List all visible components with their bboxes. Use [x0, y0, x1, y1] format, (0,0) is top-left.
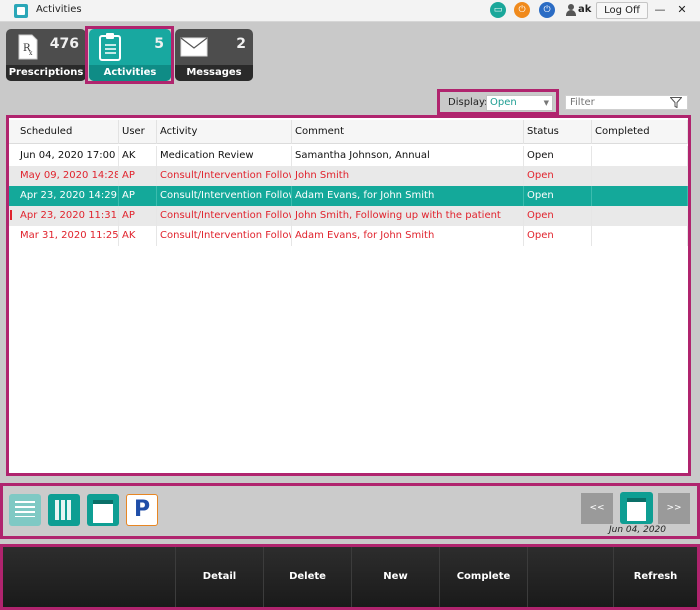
cell-comment: Adam Evans, for John Smith: [292, 226, 524, 246]
complete-button[interactable]: Complete: [439, 547, 527, 607]
calendar-icon[interactable]: [87, 494, 119, 526]
cell-status: Open: [524, 166, 592, 186]
action-blank-right: [527, 547, 613, 607]
cell-scheduled: Jun 04, 2020 17:00: [17, 146, 119, 166]
envelope-icon: [180, 37, 208, 57]
cell-user: AK: [119, 146, 157, 166]
cell-user: AK: [119, 226, 157, 246]
user-icon: [566, 4, 576, 16]
power-orange-icon[interactable]: ⏻: [514, 2, 530, 18]
cell-status: Open: [524, 146, 592, 166]
window-title: Activities: [36, 4, 82, 15]
action-bar: Detail Delete New Complete Refresh: [0, 544, 700, 610]
current-date-label: Jun 04, 2020: [609, 525, 667, 535]
calculator-icon[interactable]: [48, 494, 80, 526]
tile-prescriptions[interactable]: R x 476 Prescriptions: [6, 29, 86, 81]
tile-messages[interactable]: 2 Messages: [175, 29, 253, 81]
cell-status: Open: [524, 226, 592, 246]
cell-user: AP: [119, 206, 157, 226]
cell-user: AP: [119, 166, 157, 186]
app-logo-icon: [14, 4, 28, 18]
cell-status: Open: [524, 186, 592, 206]
cell-user: AP: [119, 186, 157, 206]
previous-date-button[interactable]: <<: [581, 493, 613, 524]
cell-scheduled: Apr 23, 2020 11:31: [17, 206, 119, 226]
prescriptions-count: 476: [49, 36, 79, 52]
cell-comment: Samantha Johnson, Annual: [292, 146, 524, 166]
close-button[interactable]: ✕: [672, 2, 692, 19]
date-picker-icon[interactable]: [620, 492, 653, 524]
messages-count: 2: [236, 36, 246, 52]
cell-completed: [592, 186, 688, 206]
table-row[interactable]: Apr 23, 2020 11:31 AP Consult/Interventi…: [9, 206, 688, 226]
cell-activity: Consult/Intervention Followup: [157, 186, 292, 206]
cell-completed: [592, 226, 688, 246]
cell-activity: Consult/Intervention Followup: [157, 226, 292, 246]
logoff-button[interactable]: Log Off: [596, 2, 648, 19]
cell-scheduled: May 09, 2020 14:28: [17, 166, 119, 186]
cell-completed: [592, 166, 688, 186]
header-completed[interactable]: Completed: [592, 120, 688, 144]
cell-activity: Consult/Intervention Followup: [157, 166, 292, 186]
messages-label: Messages: [175, 65, 253, 81]
new-button[interactable]: New: [351, 547, 439, 607]
cell-comment: John Smith, Following up with the patien…: [292, 206, 524, 226]
display-value: Open: [490, 97, 517, 108]
header-status[interactable]: Status: [524, 120, 592, 144]
user-name: ak: [578, 4, 592, 15]
display-label: Display:: [448, 97, 488, 108]
monitor-icon[interactable]: ▭: [490, 2, 506, 18]
display-select[interactable]: Open ▼: [486, 95, 553, 111]
cell-scheduled: Mar 31, 2020 11:25: [17, 226, 119, 246]
toolbar: P << >> Jun 04, 2020: [0, 483, 700, 539]
title-bar: Activities ▭ ⏻ ⏻ ak Log Off — ✕: [0, 0, 700, 22]
grid-header: Scheduled User Activity Comment Status C…: [9, 120, 688, 144]
header-comment[interactable]: Comment: [292, 120, 524, 144]
minimize-button[interactable]: —: [650, 2, 670, 19]
chevron-down-icon: ▼: [543, 99, 549, 107]
table-row[interactable]: Mar 31, 2020 11:25 AK Consult/Interventi…: [9, 226, 688, 246]
header-scheduled[interactable]: Scheduled: [17, 120, 119, 144]
overdue-flag-icon: [10, 210, 12, 220]
cell-activity: Medication Review: [157, 146, 292, 166]
cell-comment: Adam Evans, for John Smith: [292, 186, 524, 206]
cell-status: Open: [524, 206, 592, 226]
power-blue-icon[interactable]: ⏻: [539, 2, 555, 18]
notes-icon[interactable]: [9, 494, 41, 526]
header-user[interactable]: User: [119, 120, 157, 144]
table-row[interactable]: Jun 04, 2020 17:00 AK Medication Review …: [9, 146, 688, 166]
action-blank-left: [3, 547, 175, 607]
detail-button[interactable]: Detail: [175, 547, 263, 607]
refresh-button[interactable]: Refresh: [613, 547, 697, 607]
next-date-button[interactable]: >>: [658, 493, 690, 524]
header-activity[interactable]: Activity: [157, 120, 292, 144]
cell-activity: Consult/Intervention Followup: [157, 206, 292, 226]
prescriptions-label: Prescriptions: [6, 65, 86, 81]
funnel-icon[interactable]: [670, 97, 682, 108]
cell-scheduled: Apr 23, 2020 14:29: [17, 186, 119, 206]
rx-icon: R x: [18, 34, 38, 60]
cell-completed: [592, 146, 688, 166]
delete-button[interactable]: Delete: [263, 547, 351, 607]
p-logo-icon[interactable]: P: [126, 494, 158, 526]
activities-grid: Scheduled User Activity Comment Status C…: [6, 115, 691, 476]
activities-highlight-frame: [85, 26, 174, 84]
cell-completed: [592, 206, 688, 226]
display-filter-frame: Display: Open ▼: [437, 89, 559, 115]
cell-comment: John Smith: [292, 166, 524, 186]
table-row[interactable]: May 09, 2020 14:28 AP Consult/Interventi…: [9, 166, 688, 186]
table-row-selected[interactable]: Apr 23, 2020 14:29 AP Consult/Interventi…: [9, 186, 688, 206]
